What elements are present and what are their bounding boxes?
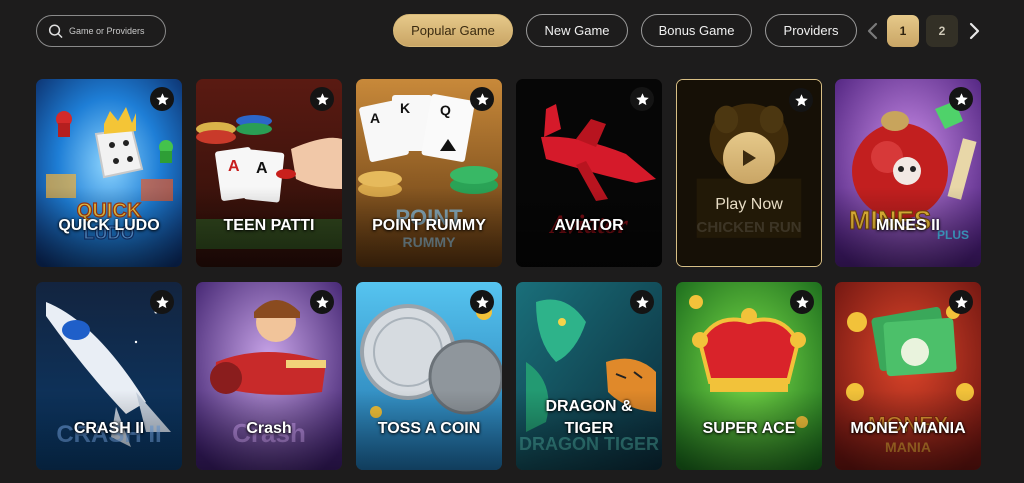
favorite-button[interactable] — [630, 290, 654, 314]
game-card-crash[interactable]: Crash Crash — [196, 282, 342, 470]
game-title: TEEN PATTI — [223, 217, 315, 234]
game-title: Crash — [246, 420, 292, 437]
favorite-button[interactable] — [310, 290, 334, 314]
filter-new-game[interactable]: New Game — [526, 14, 628, 47]
star-icon — [475, 92, 489, 105]
game-title: MINES II — [875, 217, 940, 234]
svg-text:K: K — [400, 100, 410, 116]
game-card-money-mania[interactable]: MONEY MANIA MONEY MANIA — [835, 282, 981, 470]
game-card-mines-ii[interactable]: MINES PLUS MINES II — [835, 79, 981, 267]
star-icon — [635, 295, 649, 308]
chevron-left-icon[interactable] — [866, 22, 880, 40]
game-card-teen-patti[interactable]: A A TEEN PATTI — [196, 79, 342, 267]
game-lobby: Popular Game New Game Bonus Game Provide… — [0, 0, 1024, 483]
favorite-button[interactable] — [789, 88, 813, 112]
star-icon — [155, 295, 169, 308]
search-box[interactable] — [36, 15, 166, 47]
page-button-current[interactable]: 1 — [887, 15, 919, 47]
game-title: MONEY MANIA — [850, 420, 966, 437]
game-card-quick-ludo[interactable]: QUICK LUDO QUICK LUDO — [36, 79, 182, 267]
game-title: POINT RUMMY — [372, 217, 486, 234]
page-button-next[interactable]: 2 — [926, 15, 958, 47]
chevron-right-icon[interactable] — [967, 22, 981, 40]
game-card-super-ace[interactable]: SUPER ACE — [676, 282, 822, 470]
favorite-button[interactable] — [790, 290, 814, 314]
game-card-dragon-tiger[interactable]: DRAGON TIGER DRAGON & TIGER — [516, 282, 662, 470]
svg-text:A: A — [256, 160, 268, 177]
game-card-toss-a-coin[interactable]: TOSS A COIN — [356, 282, 502, 470]
game-card-point-rummy[interactable]: K A Q POINT RUMMY POINT RUMMY — [356, 79, 502, 267]
search-input[interactable] — [69, 26, 165, 36]
star-icon — [954, 92, 968, 105]
game-card-aviator[interactable]: Aviator AVIATOR — [516, 79, 662, 267]
star-icon — [795, 295, 809, 308]
svg-text:A: A — [370, 110, 380, 126]
game-title: DRAGON & TIGER — [545, 398, 633, 437]
game-card-crash-ii[interactable]: CRASH II CRASH II — [36, 282, 182, 470]
filter-bonus-game[interactable]: Bonus Game — [641, 14, 752, 47]
filter-providers[interactable]: Providers — [765, 14, 857, 47]
star-icon — [954, 295, 968, 308]
star-icon — [475, 295, 489, 308]
star-icon — [155, 92, 169, 105]
game-title: TOSS A COIN — [377, 420, 481, 437]
game-title: CHICKEN RUN — [696, 219, 802, 236]
favorite-button[interactable] — [470, 87, 494, 111]
play-button[interactable] — [723, 132, 775, 184]
game-title: CRASH II — [73, 420, 145, 437]
svg-text:A: A — [228, 158, 240, 175]
favorite-button[interactable] — [949, 290, 973, 314]
favorite-button[interactable] — [949, 87, 973, 111]
favorite-button[interactable] — [470, 290, 494, 314]
star-icon — [635, 92, 649, 105]
game-title: AVIATOR — [554, 217, 624, 234]
game-title: SUPER ACE — [702, 420, 796, 437]
game-title: QUICK LUDO — [58, 217, 160, 234]
play-now-label[interactable]: Play Now — [715, 196, 783, 214]
favorite-button[interactable] — [310, 87, 334, 111]
search-icon — [48, 24, 63, 38]
game-card-chicken-run[interactable]: Play Now CHICKEN RUN — [676, 79, 822, 267]
svg-text:Q: Q — [440, 102, 451, 118]
star-icon — [315, 295, 329, 308]
filter-popular-game[interactable]: Popular Game — [393, 14, 513, 47]
star-icon — [315, 92, 329, 105]
favorite-button[interactable] — [150, 290, 174, 314]
favorite-button[interactable] — [630, 87, 654, 111]
star-icon — [794, 93, 808, 106]
play-icon — [743, 150, 756, 166]
favorite-button[interactable] — [150, 87, 174, 111]
